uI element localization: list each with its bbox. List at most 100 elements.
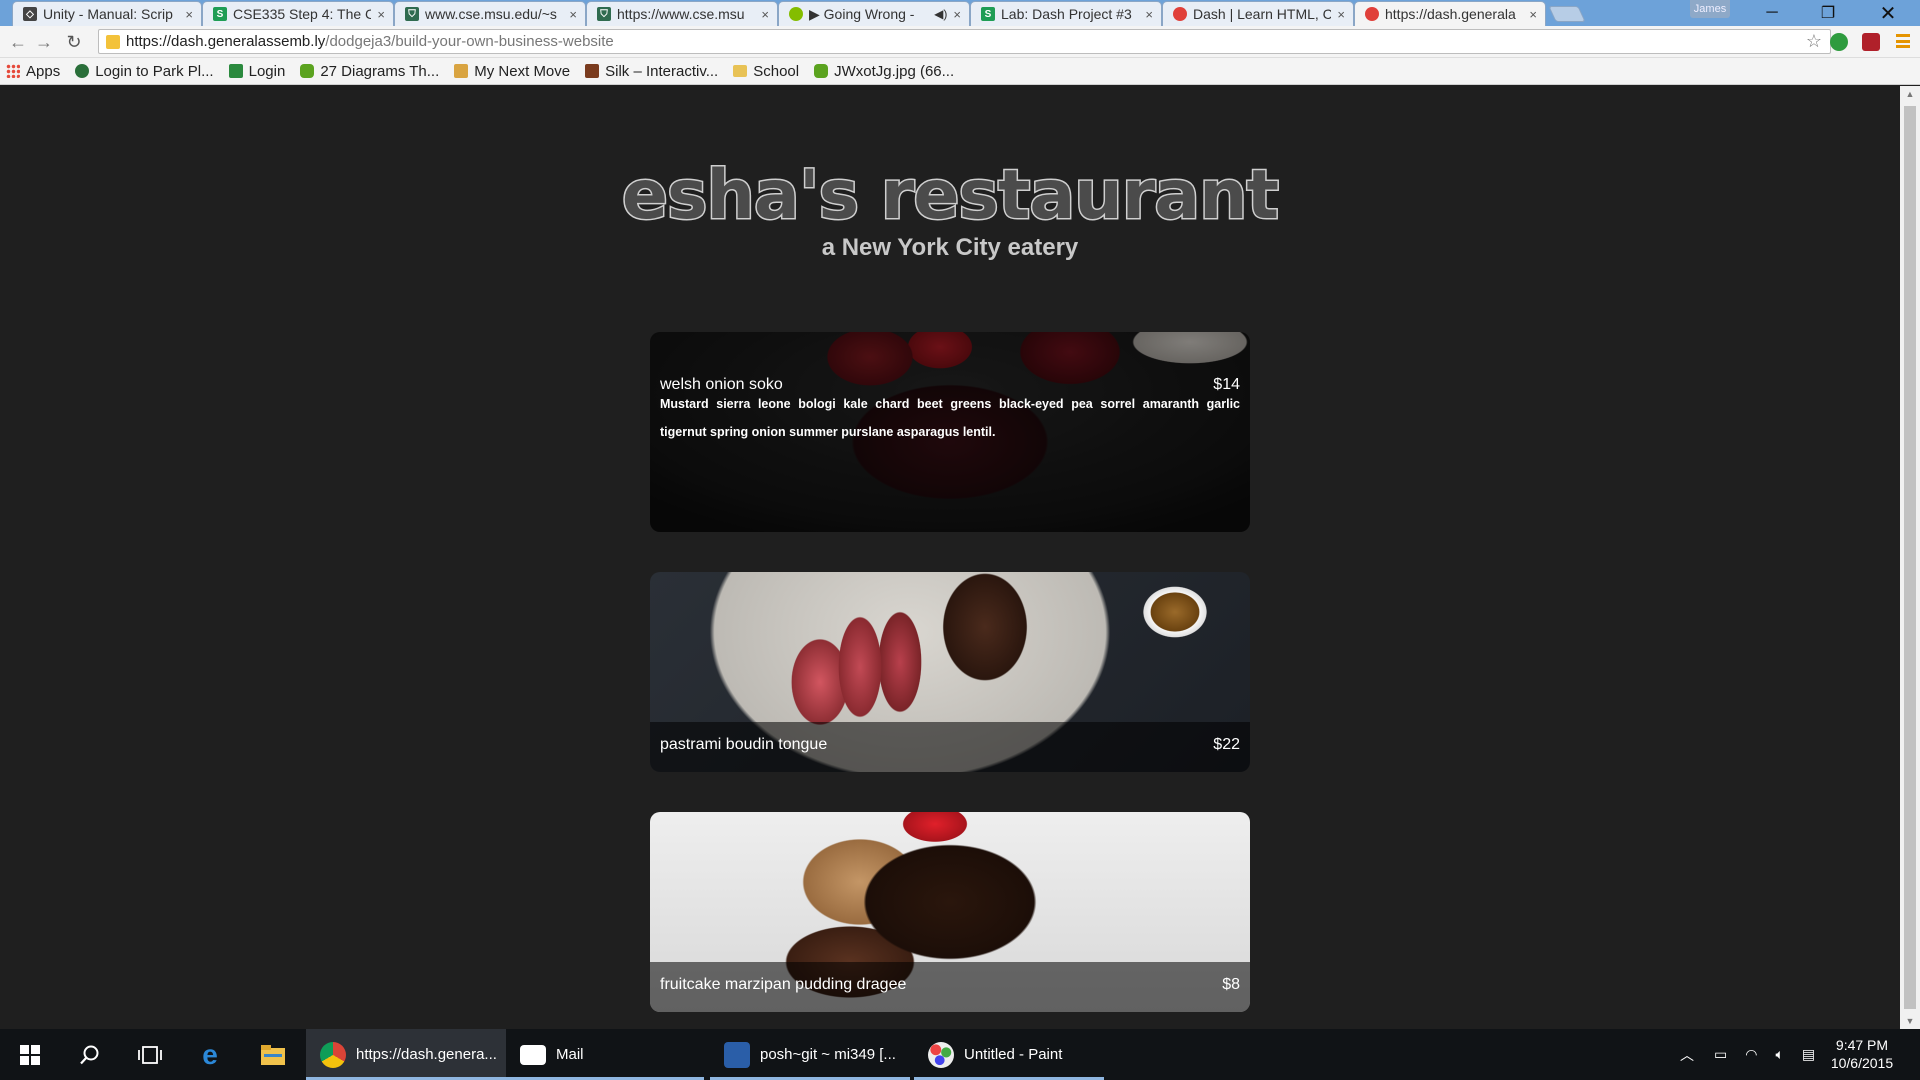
taskbar-app-paint[interactable]: Untitled - Paint (914, 1029, 1104, 1080)
taskbar-app-powershell[interactable]: posh~git ~ mi349 [... (710, 1029, 910, 1080)
taskbar-clock[interactable]: 9:47 PM 10/6/2015 (1822, 1036, 1902, 1072)
close-icon[interactable]: × (953, 7, 961, 22)
hfs-icon (228, 64, 243, 78)
action-center-icon[interactable]: ▤ (1802, 1046, 1815, 1063)
bookmark-apps[interactable]: Apps (6, 63, 60, 80)
bookmark-label: 27 Diagrams Th... (320, 62, 440, 80)
browser-tab[interactable]: ⛉ https://www.cse.msu × (586, 1, 778, 26)
window-close-icon[interactable]: ✕ (1860, 0, 1916, 26)
page-viewport: esha's restaurant a New York City eatery… (0, 86, 1900, 1029)
scrollbar-thumb[interactable] (1904, 106, 1916, 1009)
bookmark-label: My Next Move (474, 62, 571, 80)
scroll-down-arrow-icon[interactable]: ▼ (1900, 1013, 1920, 1029)
tab-title: Dash | Learn HTML, C (1193, 6, 1332, 22)
msu-icon: ⛉ (405, 7, 419, 21)
tab-title: Lab: Dash Project #3 (1001, 6, 1132, 22)
reload-icon[interactable]: ↻ (62, 30, 86, 54)
restore-icon[interactable]: ❐ (1800, 0, 1856, 26)
clock-time: 9:47 PM (1835, 1037, 1889, 1053)
browser-tab[interactable]: S CSE335 Step 4: The C × (202, 1, 394, 26)
system-tray: ︿ ▭ ◠ 🔈︎ ▤ (1680, 1029, 1815, 1080)
edge-icon[interactable]: e (180, 1029, 240, 1080)
taskbar-app-label: posh~git ~ mi349 [... (760, 1046, 896, 1063)
bookmark-folder[interactable]: School (733, 63, 799, 80)
onet-icon (454, 64, 469, 78)
task-view-icon[interactable] (120, 1029, 180, 1080)
close-icon[interactable]: × (185, 7, 193, 22)
site-title: esha's restaurant (620, 155, 1280, 237)
spotify-icon (789, 7, 803, 21)
profile-button[interactable]: James (1690, 0, 1730, 18)
tab-title: CSE335 Step 4: The C (233, 6, 372, 22)
bookmark-item[interactable]: Silk – Interactiv... (585, 63, 718, 80)
menu-item-card[interactable]: welsh onion soko $14 Mustard sierra leon… (650, 332, 1250, 532)
mail-icon (520, 1044, 546, 1065)
dish-description: Mustard sierra leone bologi kale chard b… (660, 397, 1240, 439)
bookmark-item[interactable]: My Next Move (454, 63, 570, 80)
bookmark-star-icon[interactable]: ☆ (1806, 31, 1822, 52)
bookmark-label: Login (248, 62, 286, 80)
browser-tab-active[interactable]: https://dash.generala × (1354, 1, 1546, 26)
battery-icon[interactable]: ▭ (1714, 1046, 1727, 1063)
sheets-icon: S (981, 7, 995, 21)
close-icon[interactable]: × (761, 7, 769, 22)
close-icon[interactable]: × (377, 7, 385, 22)
dish-name: fruitcake marzipan pudding dragee (660, 976, 907, 993)
folder-icon (733, 65, 748, 77)
chevron-up-icon[interactable]: ︿ (1680, 1045, 1694, 1065)
powershell-icon (724, 1041, 750, 1068)
scroll-up-arrow-icon[interactable]: ▲ (1900, 86, 1920, 102)
search-icon[interactable] (60, 1029, 120, 1080)
forward-icon[interactable]: → (32, 30, 56, 54)
dash-icon (1173, 7, 1187, 21)
sheets-icon: S (213, 7, 227, 21)
browser-tab[interactable]: ◇ Unity - Manual: Scrip × (12, 1, 202, 26)
silk-icon (585, 64, 600, 78)
bookmark-item[interactable]: 27 Diagrams Th... (300, 63, 439, 80)
page-scrollbar[interactable]: ▲ ▼ (1900, 86, 1920, 1029)
msu-icon: ⛉ (597, 7, 611, 21)
tab-title: Unity - Manual: Scrip (43, 6, 173, 22)
image-icon (814, 64, 829, 78)
close-icon[interactable]: × (1529, 7, 1537, 22)
back-icon[interactable]: ← (6, 30, 30, 54)
bookmark-item[interactable]: JWxotJg.jpg (66... (814, 63, 954, 80)
browser-tab[interactable]: ▶ Going Wrong - ◀) × (778, 1, 970, 26)
minimize-icon[interactable]: ─ (1744, 0, 1800, 26)
volume-icon[interactable]: 🔈︎ (1775, 1046, 1783, 1063)
chrome-menu-icon[interactable] (1896, 32, 1910, 50)
bookmark-label: Apps (26, 62, 61, 80)
new-tab-button[interactable] (1548, 6, 1586, 22)
taskbar-app-chrome[interactable]: https://dash.genera... (306, 1029, 506, 1080)
url-host: https://dash.generalassemb.ly (126, 33, 326, 50)
windows-taskbar: e https://dash.genera... Mail posh~git ~… (0, 1029, 1920, 1080)
wifi-icon[interactable]: ◠ (1745, 1046, 1757, 1063)
ublock-icon[interactable] (1862, 33, 1880, 51)
browser-tab[interactable]: Dash | Learn HTML, C × (1162, 1, 1354, 26)
address-bar[interactable]: https://dash.generalassemb.ly/dodgeja3/b… (98, 29, 1831, 54)
apps-grid-icon (6, 64, 20, 78)
menu-item-card[interactable]: fruitcake marzipan pudding dragee $8 (650, 812, 1250, 1012)
unity-icon: ◇ (23, 7, 37, 21)
file-explorer-icon[interactable] (243, 1029, 303, 1080)
bookmark-label: JWxotJg.jpg (66... (834, 62, 955, 80)
bookmark-item[interactable]: Login (228, 62, 286, 80)
close-icon[interactable]: × (1337, 7, 1345, 22)
bookmark-label: School (753, 62, 800, 80)
browser-tab[interactable]: S Lab: Dash Project #3 × (970, 1, 1162, 26)
taskbar-app-label: Mail (556, 1046, 584, 1063)
browser-toolbar: ← → ↻ https://dash.generalassemb.ly/dodg… (0, 26, 1920, 58)
tab-title: https://www.cse.msu (617, 6, 745, 22)
bookmark-item[interactable]: Login to Park Pl... (75, 62, 214, 80)
windows-start-icon[interactable] (0, 1029, 60, 1080)
menu-item-card[interactable]: pastrami boudin tongue $22 (650, 572, 1250, 772)
extension-icon[interactable] (1830, 33, 1848, 51)
taskbar-app-label: https://dash.genera... (356, 1046, 497, 1063)
browser-tab[interactable]: ⛉ www.cse.msu.edu/~s × (394, 1, 586, 26)
tab-title: www.cse.msu.edu/~s (425, 6, 557, 22)
close-icon[interactable]: × (569, 7, 577, 22)
taskbar-app-mail[interactable]: Mail (506, 1029, 704, 1080)
paint-icon (928, 1041, 954, 1068)
bookmark-label: Login to Park Pl... (95, 62, 214, 80)
close-icon[interactable]: × (1145, 7, 1153, 22)
